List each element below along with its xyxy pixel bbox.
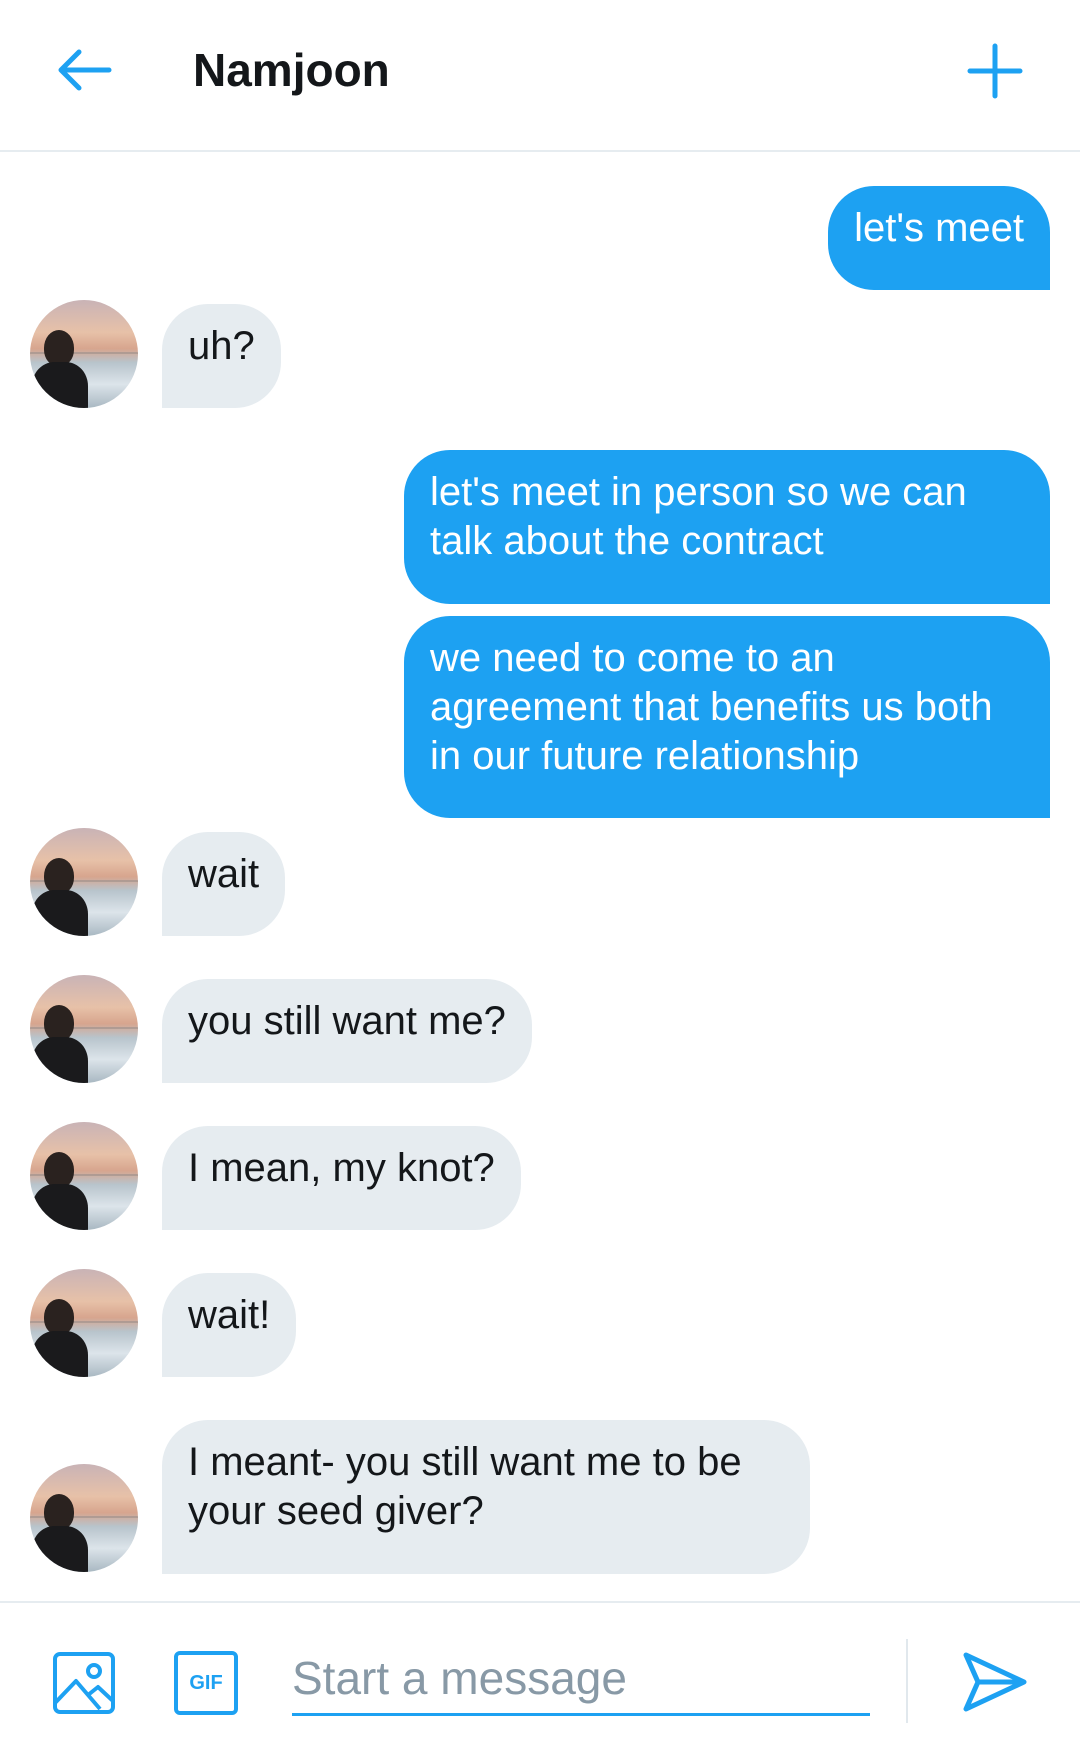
- avatar[interactable]: [30, 1122, 138, 1230]
- avatar[interactable]: [30, 975, 138, 1083]
- avatar[interactable]: [30, 1269, 138, 1377]
- message-bubble-incoming[interactable]: you still want me?: [162, 979, 532, 1083]
- message-bubble-outgoing[interactable]: we need to come to an agreement that ben…: [404, 616, 1050, 818]
- message-text: you still want me?: [188, 999, 506, 1043]
- message-list: let's meet uh? let's meet in person so w…: [0, 154, 1080, 1600]
- message-bubble-incoming[interactable]: uh?: [162, 304, 281, 408]
- add-image-button[interactable]: [52, 1651, 116, 1715]
- message-composer: GIF: [0, 1601, 1080, 1747]
- add-gif-button[interactable]: GIF: [174, 1651, 238, 1715]
- conversation-header: Namjoon: [0, 0, 1080, 152]
- avatar[interactable]: [30, 828, 138, 936]
- message-input[interactable]: [292, 1643, 870, 1716]
- message-bubble-incoming[interactable]: I mean, my knot?: [162, 1126, 521, 1230]
- composer-divider: [906, 1639, 908, 1723]
- message-bubble-outgoing[interactable]: let's meet: [828, 186, 1050, 290]
- message-text: I mean, my knot?: [188, 1146, 495, 1190]
- send-icon: [963, 1652, 1027, 1712]
- avatar[interactable]: [30, 1464, 138, 1572]
- message-text: uh?: [188, 324, 255, 368]
- back-button[interactable]: [50, 38, 120, 102]
- image-icon: [53, 1652, 115, 1714]
- message-text: let's meet: [854, 206, 1024, 250]
- message-bubble-incoming[interactable]: wait!: [162, 1273, 297, 1377]
- gif-label: GIF: [189, 1671, 223, 1694]
- message-text: let's meet in person so we can talk abou…: [430, 470, 967, 563]
- conversation-title[interactable]: Namjoon: [193, 40, 390, 100]
- avatar[interactable]: [30, 300, 138, 408]
- message-bubble-incoming[interactable]: I meant- you still want me to be your se…: [162, 1420, 810, 1574]
- message-bubble-outgoing[interactable]: let's meet in person so we can talk abou…: [404, 450, 1050, 604]
- plus-icon: [967, 43, 1023, 99]
- send-button[interactable]: [960, 1649, 1030, 1715]
- message-text: wait: [188, 852, 260, 896]
- message-text: wait!: [188, 1293, 271, 1337]
- message-bubble-incoming[interactable]: wait: [162, 832, 286, 936]
- add-participant-button[interactable]: [960, 36, 1030, 106]
- message-text: I meant- you still want me to be your se…: [188, 1440, 742, 1533]
- arrow-left-icon: [58, 49, 112, 91]
- message-text: we need to come to an agreement that ben…: [430, 636, 993, 778]
- dm-conversation-screen: Namjoon let's meet uh? let's meet in per…: [0, 0, 1080, 1747]
